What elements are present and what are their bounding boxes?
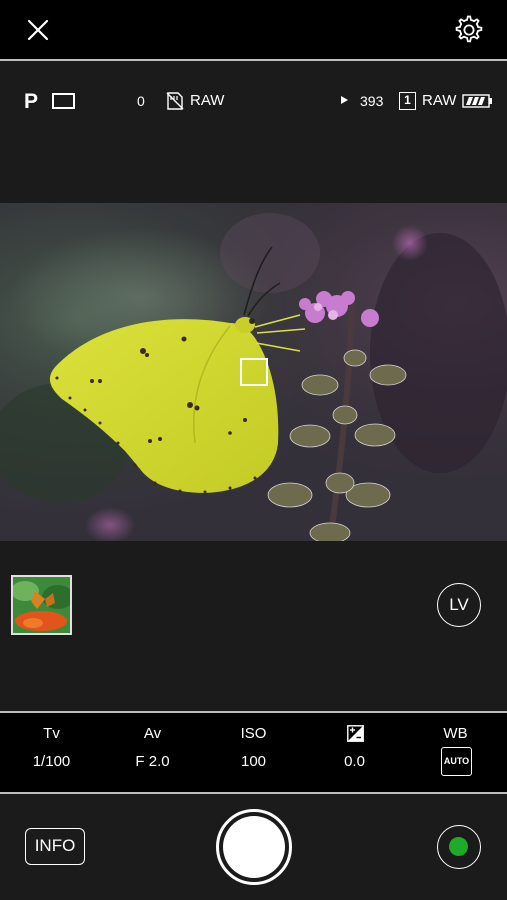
info-button[interactable]: INFO <box>25 828 85 865</box>
shots-remaining: 393 <box>360 93 384 109</box>
live-view[interactable] <box>0 203 507 541</box>
tv-label: Tv <box>43 725 60 742</box>
exposure-compensation-setting[interactable]: 0.0 <box>304 713 405 792</box>
close-icon[interactable] <box>24 16 52 44</box>
shooting-mode[interactable]: P <box>24 90 38 114</box>
control-area: LV <box>0 541 507 711</box>
gear-icon[interactable] <box>452 13 486 47</box>
record-icon <box>449 837 468 856</box>
exposure-compensation-icon <box>347 725 364 742</box>
af-point-icon[interactable] <box>240 358 268 386</box>
tv-setting[interactable]: Tv 1/100 <box>1 713 102 792</box>
tv-value: 1/100 <box>32 753 71 770</box>
iso-setting[interactable]: ISO 100 <box>203 713 304 792</box>
bottom-bar: INFO <box>0 794 507 900</box>
top-bar <box>0 0 507 60</box>
live-view-button[interactable]: LV <box>437 583 481 627</box>
wb-auto-icon: AUTO <box>441 747 472 776</box>
battery-icon <box>462 94 492 108</box>
wb-setting[interactable]: WB AUTO <box>405 713 506 792</box>
single-shot-icon[interactable] <box>52 93 75 109</box>
shutter-inner <box>223 816 285 878</box>
iso-label: ISO <box>240 725 267 742</box>
exposure-count: 0 <box>137 93 145 109</box>
thumbnail-image <box>13 577 70 633</box>
exposure-settings: Tv 1/100 Av F 2.0 ISO 100 0.0 WB AUTO <box>0 713 507 792</box>
wb-label: WB <box>443 725 468 742</box>
record-button[interactable] <box>437 825 481 869</box>
play-icon[interactable] <box>341 96 348 104</box>
av-setting[interactable]: Av F 2.0 <box>102 713 203 792</box>
av-value: F 2.0 <box>135 753 170 770</box>
status-bar: P 0 RAW 393 1 RAW <box>0 61 507 203</box>
exposure-compensation-value: 0.0 <box>344 753 365 770</box>
shutter-button[interactable] <box>216 809 292 885</box>
av-label: Av <box>143 725 162 742</box>
no-card-icon <box>166 92 184 110</box>
iso-value: 100 <box>240 753 267 770</box>
image-quality-right: RAW <box>422 92 457 109</box>
image-quality-left: RAW <box>190 92 225 109</box>
last-photo-thumbnail[interactable] <box>11 575 72 635</box>
card-slot-icon: 1 <box>399 92 416 110</box>
